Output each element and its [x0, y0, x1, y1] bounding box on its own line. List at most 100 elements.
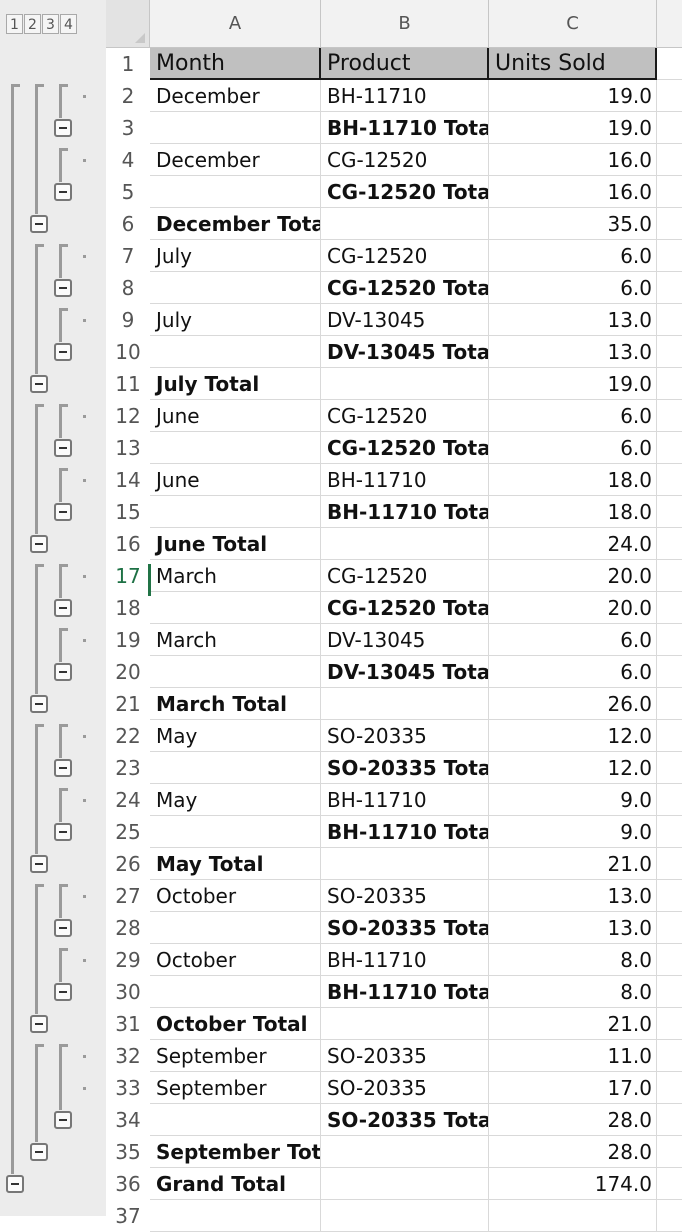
cell-month[interactable]: May — [150, 784, 321, 816]
collapse-group-button[interactable] — [30, 695, 48, 713]
cell-month[interactable]: October — [150, 880, 321, 912]
empty-cell[interactable] — [657, 976, 682, 1008]
cell-product[interactable]: CG-12520 Total — [321, 272, 489, 304]
empty-cell[interactable] — [657, 176, 682, 208]
cell-product[interactable]: SO-20335 — [321, 880, 489, 912]
cell-month[interactable]: October — [150, 944, 321, 976]
cell-units[interactable]: 6.0 — [489, 432, 657, 464]
cell-units[interactable]: 18.0 — [489, 496, 657, 528]
cell-units[interactable]: 12.0 — [489, 752, 657, 784]
empty-cell[interactable] — [657, 688, 682, 720]
cell-product[interactable]: BH-11710 — [321, 784, 489, 816]
empty-cell[interactable] — [657, 528, 682, 560]
cell-product[interactable]: DV-13045 Total — [321, 336, 489, 368]
cell-month[interactable]: March — [150, 624, 321, 656]
cell-units[interactable]: 17.0 — [489, 1072, 657, 1104]
collapse-group-button[interactable] — [54, 343, 72, 361]
empty-cell[interactable] — [657, 496, 682, 528]
cell-product[interactable]: CG-12520 — [321, 144, 489, 176]
cell-units[interactable]: 35.0 — [489, 208, 657, 240]
cell-product[interactable]: BH-11710 Total — [321, 816, 489, 848]
cell-month[interactable]: September — [150, 1040, 321, 1072]
cell-month[interactable]: March — [150, 560, 321, 592]
collapse-group-button[interactable] — [54, 119, 72, 137]
empty-cell[interactable] — [657, 304, 682, 336]
collapse-group-button[interactable] — [30, 855, 48, 873]
row-header[interactable]: 30 — [106, 976, 150, 1008]
cell-product[interactable]: BH-11710 — [321, 80, 489, 112]
cell-month[interactable]: Grand Total — [150, 1168, 321, 1200]
row-header[interactable]: 37 — [106, 1200, 150, 1232]
cell-month[interactable]: July Total — [150, 368, 321, 400]
cell-month[interactable] — [150, 496, 321, 528]
cell-product[interactable]: DV-13045 — [321, 304, 489, 336]
cell-month[interactable] — [150, 272, 321, 304]
empty-cell[interactable] — [657, 784, 682, 816]
empty-cell[interactable] — [657, 1072, 682, 1104]
cell-month[interactable]: December — [150, 80, 321, 112]
cell-units[interactable]: 13.0 — [489, 912, 657, 944]
cell-units[interactable]: 21.0 — [489, 848, 657, 880]
row-header[interactable]: 2 — [106, 80, 150, 112]
cell-units[interactable]: 19.0 — [489, 80, 657, 112]
collapse-group-button[interactable] — [54, 759, 72, 777]
empty-cell[interactable] — [657, 656, 682, 688]
cell-product[interactable]: SO-20335 Total — [321, 1104, 489, 1136]
collapse-group-button[interactable] — [54, 183, 72, 201]
collapse-group-button[interactable] — [30, 375, 48, 393]
cell-units[interactable]: 9.0 — [489, 784, 657, 816]
cell-month[interactable]: July — [150, 304, 321, 336]
cell-units[interactable]: 24.0 — [489, 528, 657, 560]
outline-level-1-button[interactable]: 1 — [6, 14, 23, 34]
cell-month[interactable]: December — [150, 144, 321, 176]
row-header[interactable]: 24 — [106, 784, 150, 816]
cell-units[interactable]: 174.0 — [489, 1168, 657, 1200]
collapse-group-button[interactable] — [54, 1111, 72, 1129]
empty-cell[interactable] — [657, 592, 682, 624]
collapse-group-button[interactable] — [6, 1175, 24, 1193]
outline-level-2-button[interactable]: 2 — [24, 14, 41, 34]
row-header[interactable]: 1 — [106, 48, 150, 80]
collapse-group-button[interactable] — [54, 439, 72, 457]
cell-units[interactable] — [489, 1200, 657, 1232]
cell-units[interactable]: 8.0 — [489, 944, 657, 976]
cell-product[interactable]: CG-12520 Total — [321, 592, 489, 624]
cell-month[interactable]: June — [150, 400, 321, 432]
cell-units[interactable]: 6.0 — [489, 624, 657, 656]
empty-cell[interactable] — [657, 208, 682, 240]
row-header[interactable]: 12 — [106, 400, 150, 432]
cell-product[interactable]: SO-20335 — [321, 1040, 489, 1072]
cell-units[interactable]: 18.0 — [489, 464, 657, 496]
cell-month[interactable]: September Total — [150, 1136, 321, 1168]
cell-month[interactable]: October Total — [150, 1008, 321, 1040]
cell-product[interactable] — [321, 1168, 489, 1200]
collapse-group-button[interactable] — [54, 503, 72, 521]
empty-cell[interactable] — [657, 752, 682, 784]
cell-product[interactable]: CG-12520 — [321, 400, 489, 432]
cell-month[interactable]: September — [150, 1072, 321, 1104]
cell-product[interactable] — [321, 528, 489, 560]
cell-units[interactable]: 6.0 — [489, 272, 657, 304]
row-header[interactable]: 15 — [106, 496, 150, 528]
cell-product[interactable] — [321, 1008, 489, 1040]
row-header[interactable]: 6 — [106, 208, 150, 240]
cell-units[interactable]: 12.0 — [489, 720, 657, 752]
row-header[interactable]: 4 — [106, 144, 150, 176]
outline-level-3-button[interactable]: 3 — [42, 14, 59, 34]
column-header-b[interactable]: B — [321, 0, 489, 48]
cell-month[interactable] — [150, 112, 321, 144]
row-header[interactable]: 32 — [106, 1040, 150, 1072]
cell-month[interactable]: June Total — [150, 528, 321, 560]
empty-cell[interactable] — [657, 1008, 682, 1040]
row-header[interactable]: 29 — [106, 944, 150, 976]
collapse-group-button[interactable] — [54, 983, 72, 1001]
row-header[interactable]: 31 — [106, 1008, 150, 1040]
row-header[interactable]: 10 — [106, 336, 150, 368]
collapse-group-button[interactable] — [54, 599, 72, 617]
row-header[interactable]: 14 — [106, 464, 150, 496]
cell-units[interactable]: 28.0 — [489, 1136, 657, 1168]
cell-units[interactable]: 20.0 — [489, 592, 657, 624]
row-header[interactable]: 33 — [106, 1072, 150, 1104]
collapse-group-button[interactable] — [30, 1015, 48, 1033]
cell-units[interactable]: 21.0 — [489, 1008, 657, 1040]
